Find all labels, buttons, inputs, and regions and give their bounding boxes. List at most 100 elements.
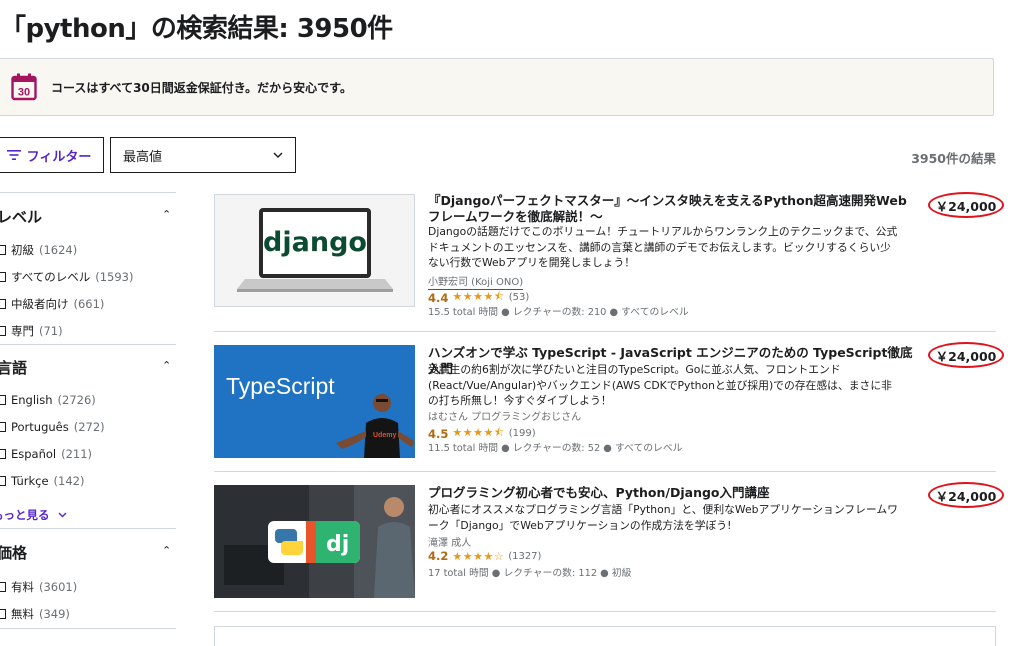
thumbnail-logo-text: dj [326,532,349,557]
filter-option-intermediate[interactable]: 中級者向け (661) [0,296,104,312]
option-label: 無料 [11,607,34,621]
page-title: 「python」の検索結果: 3950件 [0,14,393,44]
course-meta: 11.5 total 時間 ● レクチャーの数: 52 ● すべてのレベル [428,443,683,454]
chevron-up-icon[interactable]: ⌃ [162,544,171,557]
chevron-up-icon[interactable]: ⌃ [162,208,171,221]
course-title[interactable]: 『Djangoパーフェクトマスター』〜インスタ映えを支えるPython超高速開発… [428,193,918,225]
option-count: (2726) [57,393,96,407]
option-count: (1593) [95,270,134,284]
option-count: (349) [39,607,70,621]
option-count: (211) [61,447,93,461]
sidebar-divider [0,192,176,193]
course-description: Djangoの話題だけでこのボリューム！チュートリアルからワンランク上のテクニッ… [428,225,898,269]
filter-option-english[interactable]: English (2726) [0,393,96,407]
course-price: ￥24,000 [928,482,1004,508]
chevron-down-icon [273,152,283,158]
course-description: 受講生の約6割が次に学びたいと注目のTypeScript。Goに並ぶ人気、フロン… [428,363,892,407]
show-more-link[interactable]: もっと見る [0,507,67,523]
checkbox[interactable] [0,582,6,592]
option-count: (1624) [39,243,78,257]
result-count: 3950件の結果 [911,151,996,166]
checkbox[interactable] [0,395,6,405]
option-count: (3601) [39,580,78,594]
option-count: (71) [39,324,63,338]
option-label: Español [11,447,57,461]
filter-option-turkish[interactable]: Türkçe (142) [0,474,84,488]
thumbnail-logo-text: django [263,227,367,258]
filter-option-all-levels[interactable]: すべてのレベル (1593) [0,269,133,285]
checkbox[interactable] [0,422,6,432]
rating-value: 4.2 [428,549,449,563]
guarantee-banner: 30 コースはすべて30日間返金保証付き。だから安心です。 [0,58,994,116]
filter-button[interactable]: フィルター [0,137,104,173]
laptop-image: django [215,195,414,306]
card-divider [214,471,996,472]
filter-level-heading[interactable]: レベル [0,206,42,227]
filter-option-expert[interactable]: 専門 (71) [0,323,63,339]
course-instructor: はむさん プログラミングおじさん [428,412,582,423]
option-label: 有料 [11,580,34,594]
sort-select[interactable]: 最高値 [110,137,296,173]
filter-option-free[interactable]: 無料 (349) [0,606,70,622]
filter-option-beginner[interactable]: 初級 (1624) [0,242,77,258]
sort-select-value: 最高値 [123,149,163,165]
star-rating-icon: ★★★★☆ [452,549,505,563]
course-instructor: 滝澤 成人 [428,538,472,549]
option-count: (142) [53,474,85,488]
filter-icon [6,150,21,160]
calendar-icon-number: 30 [18,87,30,99]
card-divider [214,611,996,612]
filter-button-label: フィルター [26,149,92,165]
course-thumbnail[interactable]: TypeScript Udemy [214,345,415,458]
course-thumbnail[interactable]: dj [214,485,415,598]
option-label: Türkçe [11,474,49,488]
checkbox[interactable] [0,609,6,619]
option-label: 専門 [11,324,34,338]
option-label: Português [11,420,69,434]
typescript-instructor-image: TypeScript Udemy [214,345,415,458]
checkbox[interactable] [0,299,6,309]
option-count: (661) [73,297,105,311]
thumbnail-logo-text: TypeScript [226,373,335,399]
sidebar-divider [0,528,176,529]
checkbox[interactable] [0,245,6,255]
calendar-icon: 30 [11,73,37,101]
next-course-card[interactable] [214,626,996,646]
filter-price-heading[interactable]: 価格 [0,542,27,563]
checkbox[interactable] [0,326,6,336]
chevron-up-icon[interactable]: ⌃ [162,359,171,372]
option-label: 中級者向け [11,297,69,311]
guarantee-text: コースはすべて30日間返金保証付き。だから安心です。 [51,81,352,95]
python-django-image: dj [214,485,415,598]
option-count: (272) [73,420,105,434]
course-description: 初心者にオススメなプログラミング言語「Python」と、便利なWebアプリケーシ… [428,503,898,532]
sidebar-divider [0,344,176,345]
course-thumbnail[interactable]: django [214,194,415,307]
sidebar-divider [0,628,176,629]
review-count: (199) [508,428,536,439]
course-meta: 17 total 時間 ● レクチャーの数: 112 ● 初級 [428,568,632,579]
show-more-label: もっと見る [0,508,50,522]
checkbox[interactable] [0,476,6,486]
course-price: ￥24,000 [928,192,1004,218]
rating-value: 4.4 [428,290,449,305]
rating-value: 4.5 [428,426,449,441]
option-label: English [11,393,53,407]
course-price: ￥24,000 [928,342,1004,368]
course-title[interactable]: プログラミング初心者でも安心、Python/Django入門講座 [428,485,918,501]
option-label: すべてのレベル [11,270,91,284]
filter-option-spanish[interactable]: Español (211) [0,447,92,461]
card-divider [214,331,996,332]
udemy-badge-text: Udemy [373,432,396,439]
course-meta: 15.5 total 時間 ● レクチャーの数: 210 ● すべてのレベル [428,307,689,318]
option-label: 初級 [11,243,34,257]
course-rating: 4.2 ★★★★☆ (1327) [428,549,541,563]
checkbox[interactable] [0,272,6,282]
review-count: (53) [508,292,530,303]
filter-option-paid[interactable]: 有料 (3601) [0,579,77,595]
filter-option-portuguese[interactable]: Português (272) [0,420,105,434]
review-count: (1327) [508,550,542,562]
filter-language-heading[interactable]: 言語 [0,357,27,378]
chevron-down-icon [58,512,66,518]
checkbox[interactable] [0,449,6,459]
